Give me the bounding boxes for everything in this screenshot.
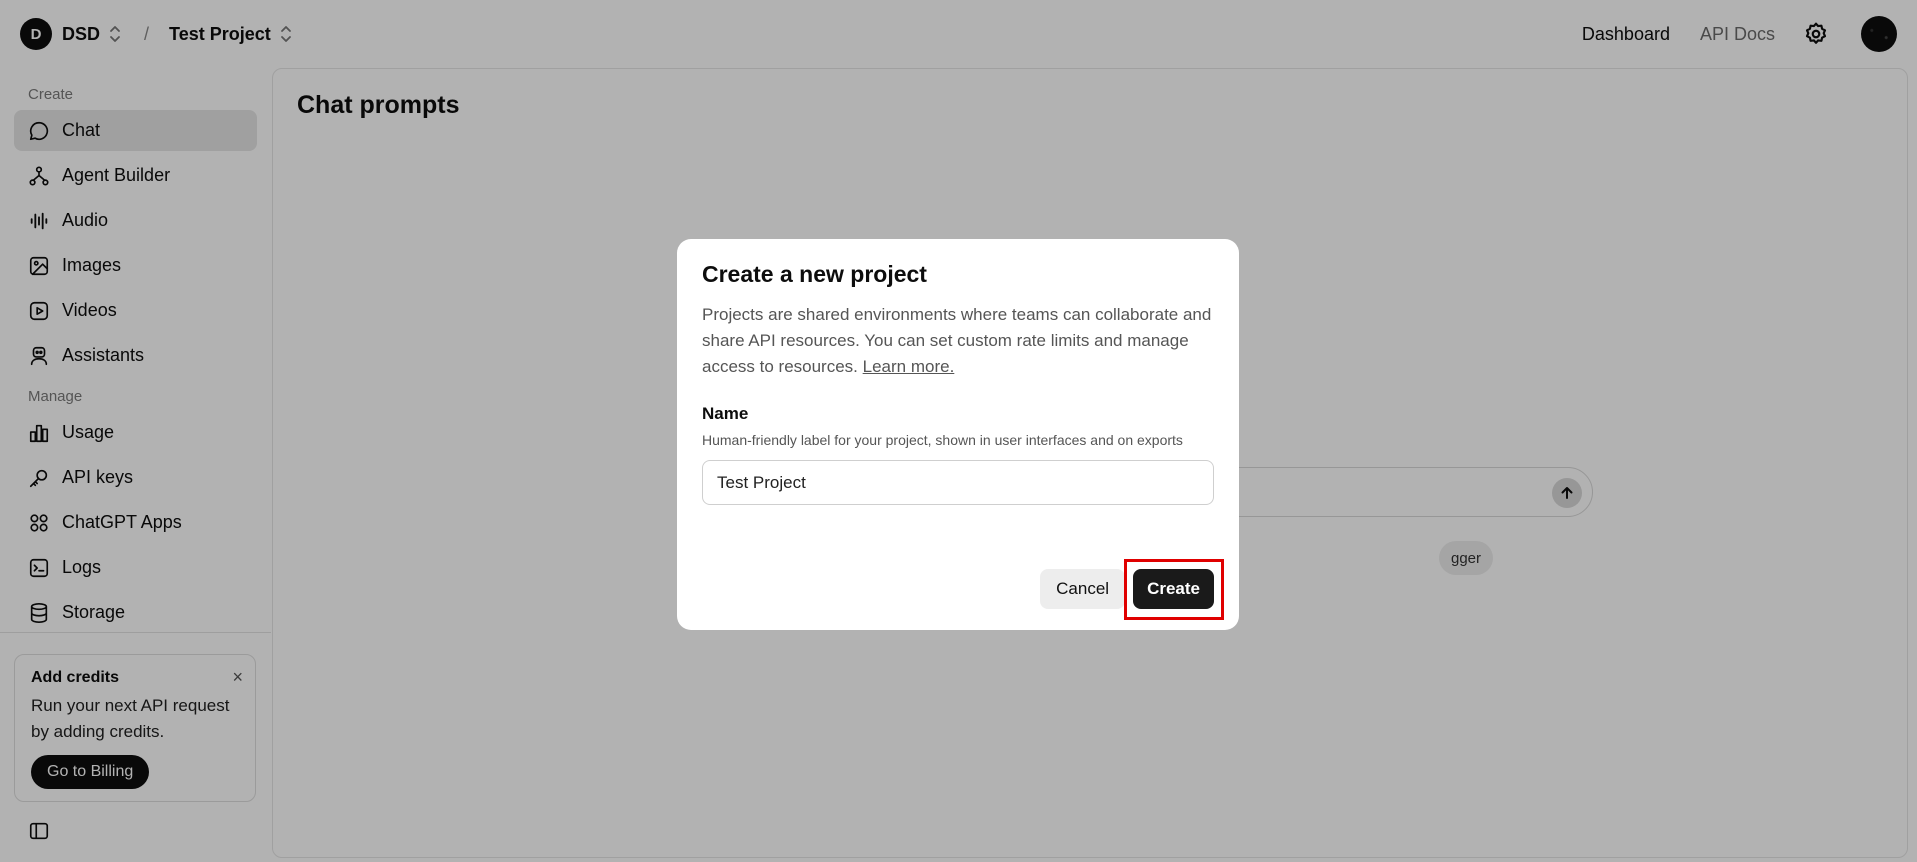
highlight-box xyxy=(1124,559,1224,620)
dialog-description-text: Projects are shared environments where t… xyxy=(702,305,1212,376)
learn-more-link[interactable]: Learn more. xyxy=(863,357,955,376)
dialog-description: Projects are shared environments where t… xyxy=(702,302,1214,380)
dialog-title: Create a new project xyxy=(702,261,927,287)
name-label: Name xyxy=(702,404,749,423)
project-name-input[interactable] xyxy=(702,460,1214,505)
name-help-text: Human-friendly label for your project, s… xyxy=(702,432,1183,448)
cancel-button[interactable]: Cancel xyxy=(1040,569,1126,609)
